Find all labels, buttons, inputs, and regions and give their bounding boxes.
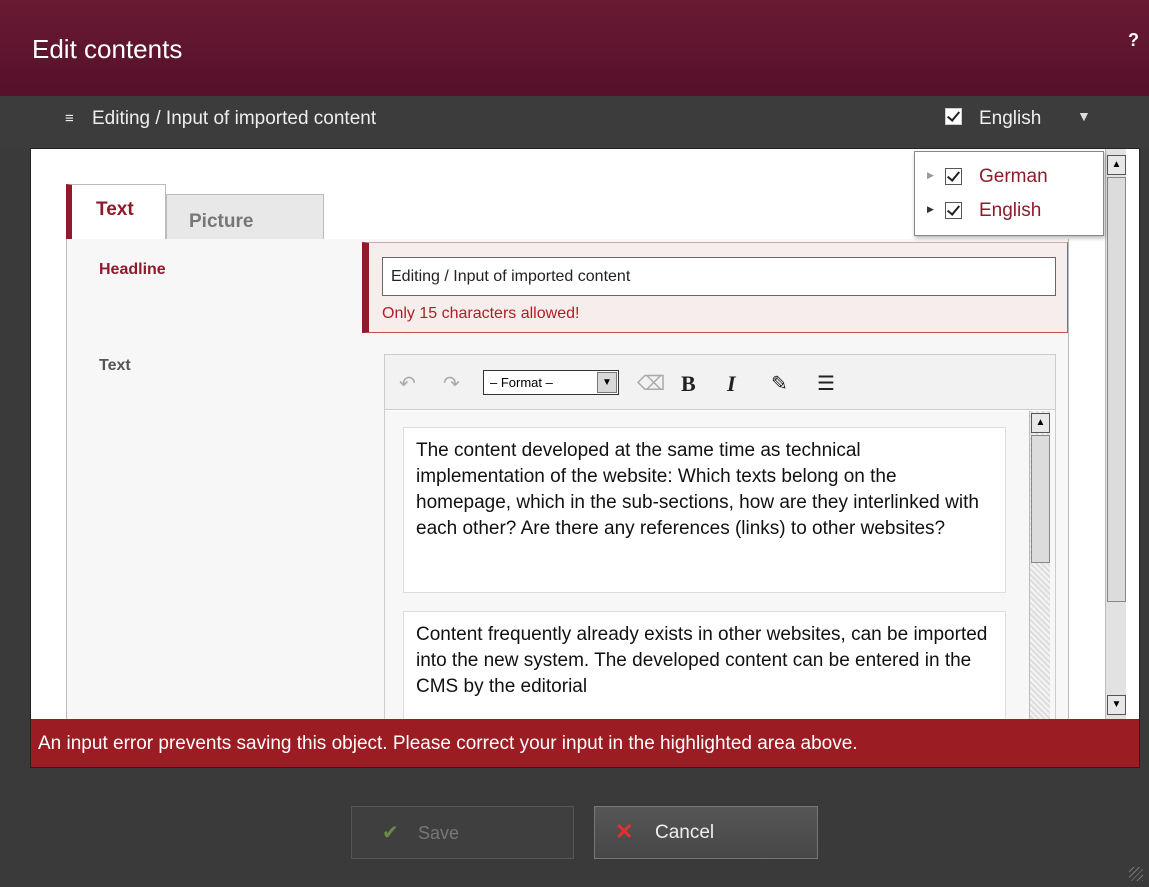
expand-arrow-icon[interactable]: ▶ <box>927 170 934 181</box>
headline-label: Headline <box>99 261 166 278</box>
list-icon[interactable]: ☰ <box>817 371 835 396</box>
english-checkbox[interactable] <box>945 202 962 219</box>
language-option-label: English <box>979 200 1042 221</box>
italic-icon[interactable]: I <box>727 371 736 397</box>
tab-picture[interactable]: Picture <box>166 194 324 240</box>
format-select-value: – Format – <box>490 375 553 390</box>
scroll-up-icon[interactable]: ▲ <box>1031 413 1050 433</box>
language-dropdown: ▶ German ▶ English <box>914 151 1104 236</box>
scroll-thumb[interactable] <box>1031 435 1050 563</box>
error-message: An input error prevents saving this obje… <box>38 733 858 754</box>
text-paragraph[interactable]: The content developed at the same time a… <box>403 427 1006 593</box>
sub-header-title: Editing / Input of imported content <box>92 108 377 129</box>
panel-scrollbar[interactable]: ▲ ▼ <box>1105 149 1126 719</box>
close-icon: ✕ <box>615 819 634 844</box>
cancel-button[interactable]: ✕ Cancel <box>594 806 818 859</box>
checkmark-icon: ✔ <box>382 822 399 844</box>
language-selected-label: English <box>979 108 1042 129</box>
redo-icon[interactable]: ↷ <box>443 371 460 396</box>
resize-grip-icon[interactable] <box>1129 867 1143 881</box>
scroll-up-icon[interactable]: ▲ <box>1107 155 1126 175</box>
language-option-label: German <box>979 166 1048 187</box>
window-title-bar: Edit contents ? <box>0 0 1149 96</box>
headline-error-box: Only 15 characters allowed! <box>362 242 1068 333</box>
menu-icon[interactable]: ≡ <box>65 110 74 127</box>
save-button-label: Save <box>418 823 460 843</box>
language-checkbox[interactable] <box>945 108 962 125</box>
editor-content[interactable]: The content developed at the same time a… <box>385 411 1055 767</box>
headline-input[interactable] <box>382 257 1056 296</box>
sub-header: ≡ Editing / Input of imported content En… <box>0 96 1149 148</box>
save-button[interactable]: ✔ Save <box>351 806 574 859</box>
content-panel: Text Picture Headline Only 15 characters… <box>30 148 1140 768</box>
window-title: Edit contents <box>32 34 183 64</box>
rich-text-editor: ↶ ↷ – Format – ▼ ⌫ B I ✎ ☰ The content d… <box>384 354 1056 767</box>
editor-scrollbar[interactable]: ▲ ▼ <box>1029 411 1050 767</box>
expand-arrow-icon[interactable]: ▶ <box>927 204 934 215</box>
tab-text-label: Text <box>96 199 134 220</box>
tab-text[interactable]: Text <box>66 184 166 240</box>
tab-picture-label: Picture <box>189 211 254 232</box>
scroll-down-icon[interactable]: ▼ <box>1107 695 1126 715</box>
chevron-down-icon[interactable]: ▼ <box>597 372 617 393</box>
eraser-icon[interactable]: ⌫ <box>637 371 665 396</box>
chevron-down-icon[interactable]: ▼ <box>1077 108 1091 124</box>
bold-icon[interactable]: B <box>681 371 696 397</box>
cancel-button-label: Cancel <box>655 822 715 843</box>
headline-error-message: Only 15 characters allowed! <box>382 305 580 322</box>
german-checkbox[interactable] <box>945 168 962 185</box>
text-label: Text <box>99 357 131 374</box>
undo-icon[interactable]: ↶ <box>399 371 416 396</box>
insert-link-icon[interactable]: ✎ <box>771 371 788 396</box>
editor-toolbar: ↶ ↷ – Format – ▼ ⌫ B I ✎ ☰ <box>385 355 1055 410</box>
help-button[interactable]: ? <box>1128 30 1139 51</box>
scroll-thumb[interactable] <box>1107 177 1126 602</box>
error-bar: An input error prevents saving this obje… <box>31 719 1139 767</box>
format-select[interactable]: – Format – ▼ <box>483 370 619 395</box>
form-area: Headline Only 15 characters allowed! Tex… <box>66 239 1069 767</box>
